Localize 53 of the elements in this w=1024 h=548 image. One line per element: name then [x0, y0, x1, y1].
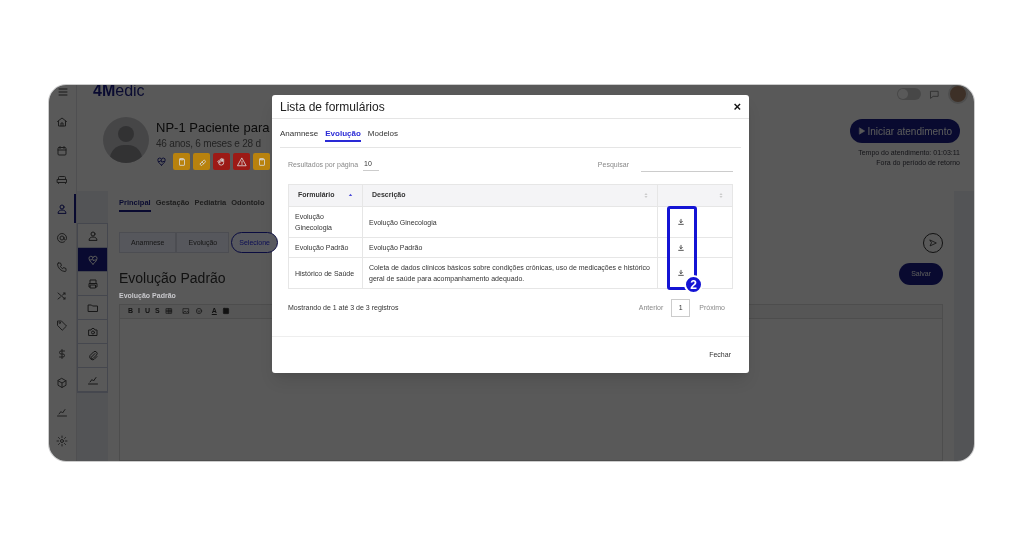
settings-icon — [55, 434, 68, 447]
emoji-icon — [194, 307, 203, 316]
heart-pulse-icon — [156, 156, 167, 167]
download-icon — [677, 218, 685, 226]
play-icon — [857, 127, 866, 135]
chat-icon — [929, 88, 940, 100]
alert-badge[interactable] — [173, 153, 190, 170]
modal-tab[interactable]: Modelos — [367, 127, 399, 142]
step-badge: 2 — [684, 275, 703, 294]
send-icon — [928, 237, 938, 248]
alert-badge[interactable] — [253, 153, 270, 170]
download-button[interactable] — [676, 242, 686, 253]
patient-name: NP-1 Paciente para — [156, 119, 270, 137]
download-icon — [677, 269, 685, 277]
download-icon — [677, 243, 685, 252]
calendar-icon — [55, 144, 68, 157]
sofa-icon — [55, 173, 68, 186]
download-button[interactable] — [676, 268, 686, 278]
modal-tab[interactable]: Anamnese — [280, 127, 319, 142]
modal-title: Lista de formulários — [280, 98, 385, 116]
clipboard-icon — [256, 156, 267, 167]
modal-tab[interactable]: Evolução — [325, 127, 361, 142]
at-sign-icon — [55, 231, 68, 244]
person-icon — [55, 202, 68, 215]
patient-avatar — [103, 117, 149, 163]
alert-badge[interactable] — [193, 153, 210, 170]
cube-icon — [55, 376, 68, 389]
alert-badge[interactable] — [213, 153, 230, 170]
clipboard-icon — [176, 156, 187, 167]
user-avatar[interactable] — [948, 85, 968, 104]
folder-icon — [86, 301, 99, 314]
phone-icon — [55, 260, 68, 273]
form-heading: Evolução Padrão — [119, 269, 226, 289]
logo: 4Medic — [93, 85, 145, 99]
image-icon — [181, 307, 190, 316]
paperclip-icon — [86, 349, 99, 362]
warning-icon — [236, 156, 247, 167]
person-icon — [86, 229, 99, 242]
highlight-icon — [221, 307, 230, 316]
heart-pulse-icon — [86, 253, 99, 266]
printer-icon — [86, 277, 99, 290]
menu-icon — [56, 86, 69, 98]
close-button[interactable]: × — [733, 100, 741, 113]
start-button[interactable]: Iniciar atendimento — [849, 119, 960, 143]
sort-ascending-icon[interactable] — [348, 192, 353, 199]
table-icon — [164, 307, 173, 316]
alert-badge[interactable] — [233, 153, 250, 170]
download-button[interactable] — [676, 217, 686, 227]
side-tab[interactable] — [78, 248, 107, 272]
home-icon — [55, 115, 68, 128]
camera-icon — [86, 325, 99, 338]
shuffle-icon — [55, 289, 68, 302]
tag-icon — [55, 318, 68, 331]
